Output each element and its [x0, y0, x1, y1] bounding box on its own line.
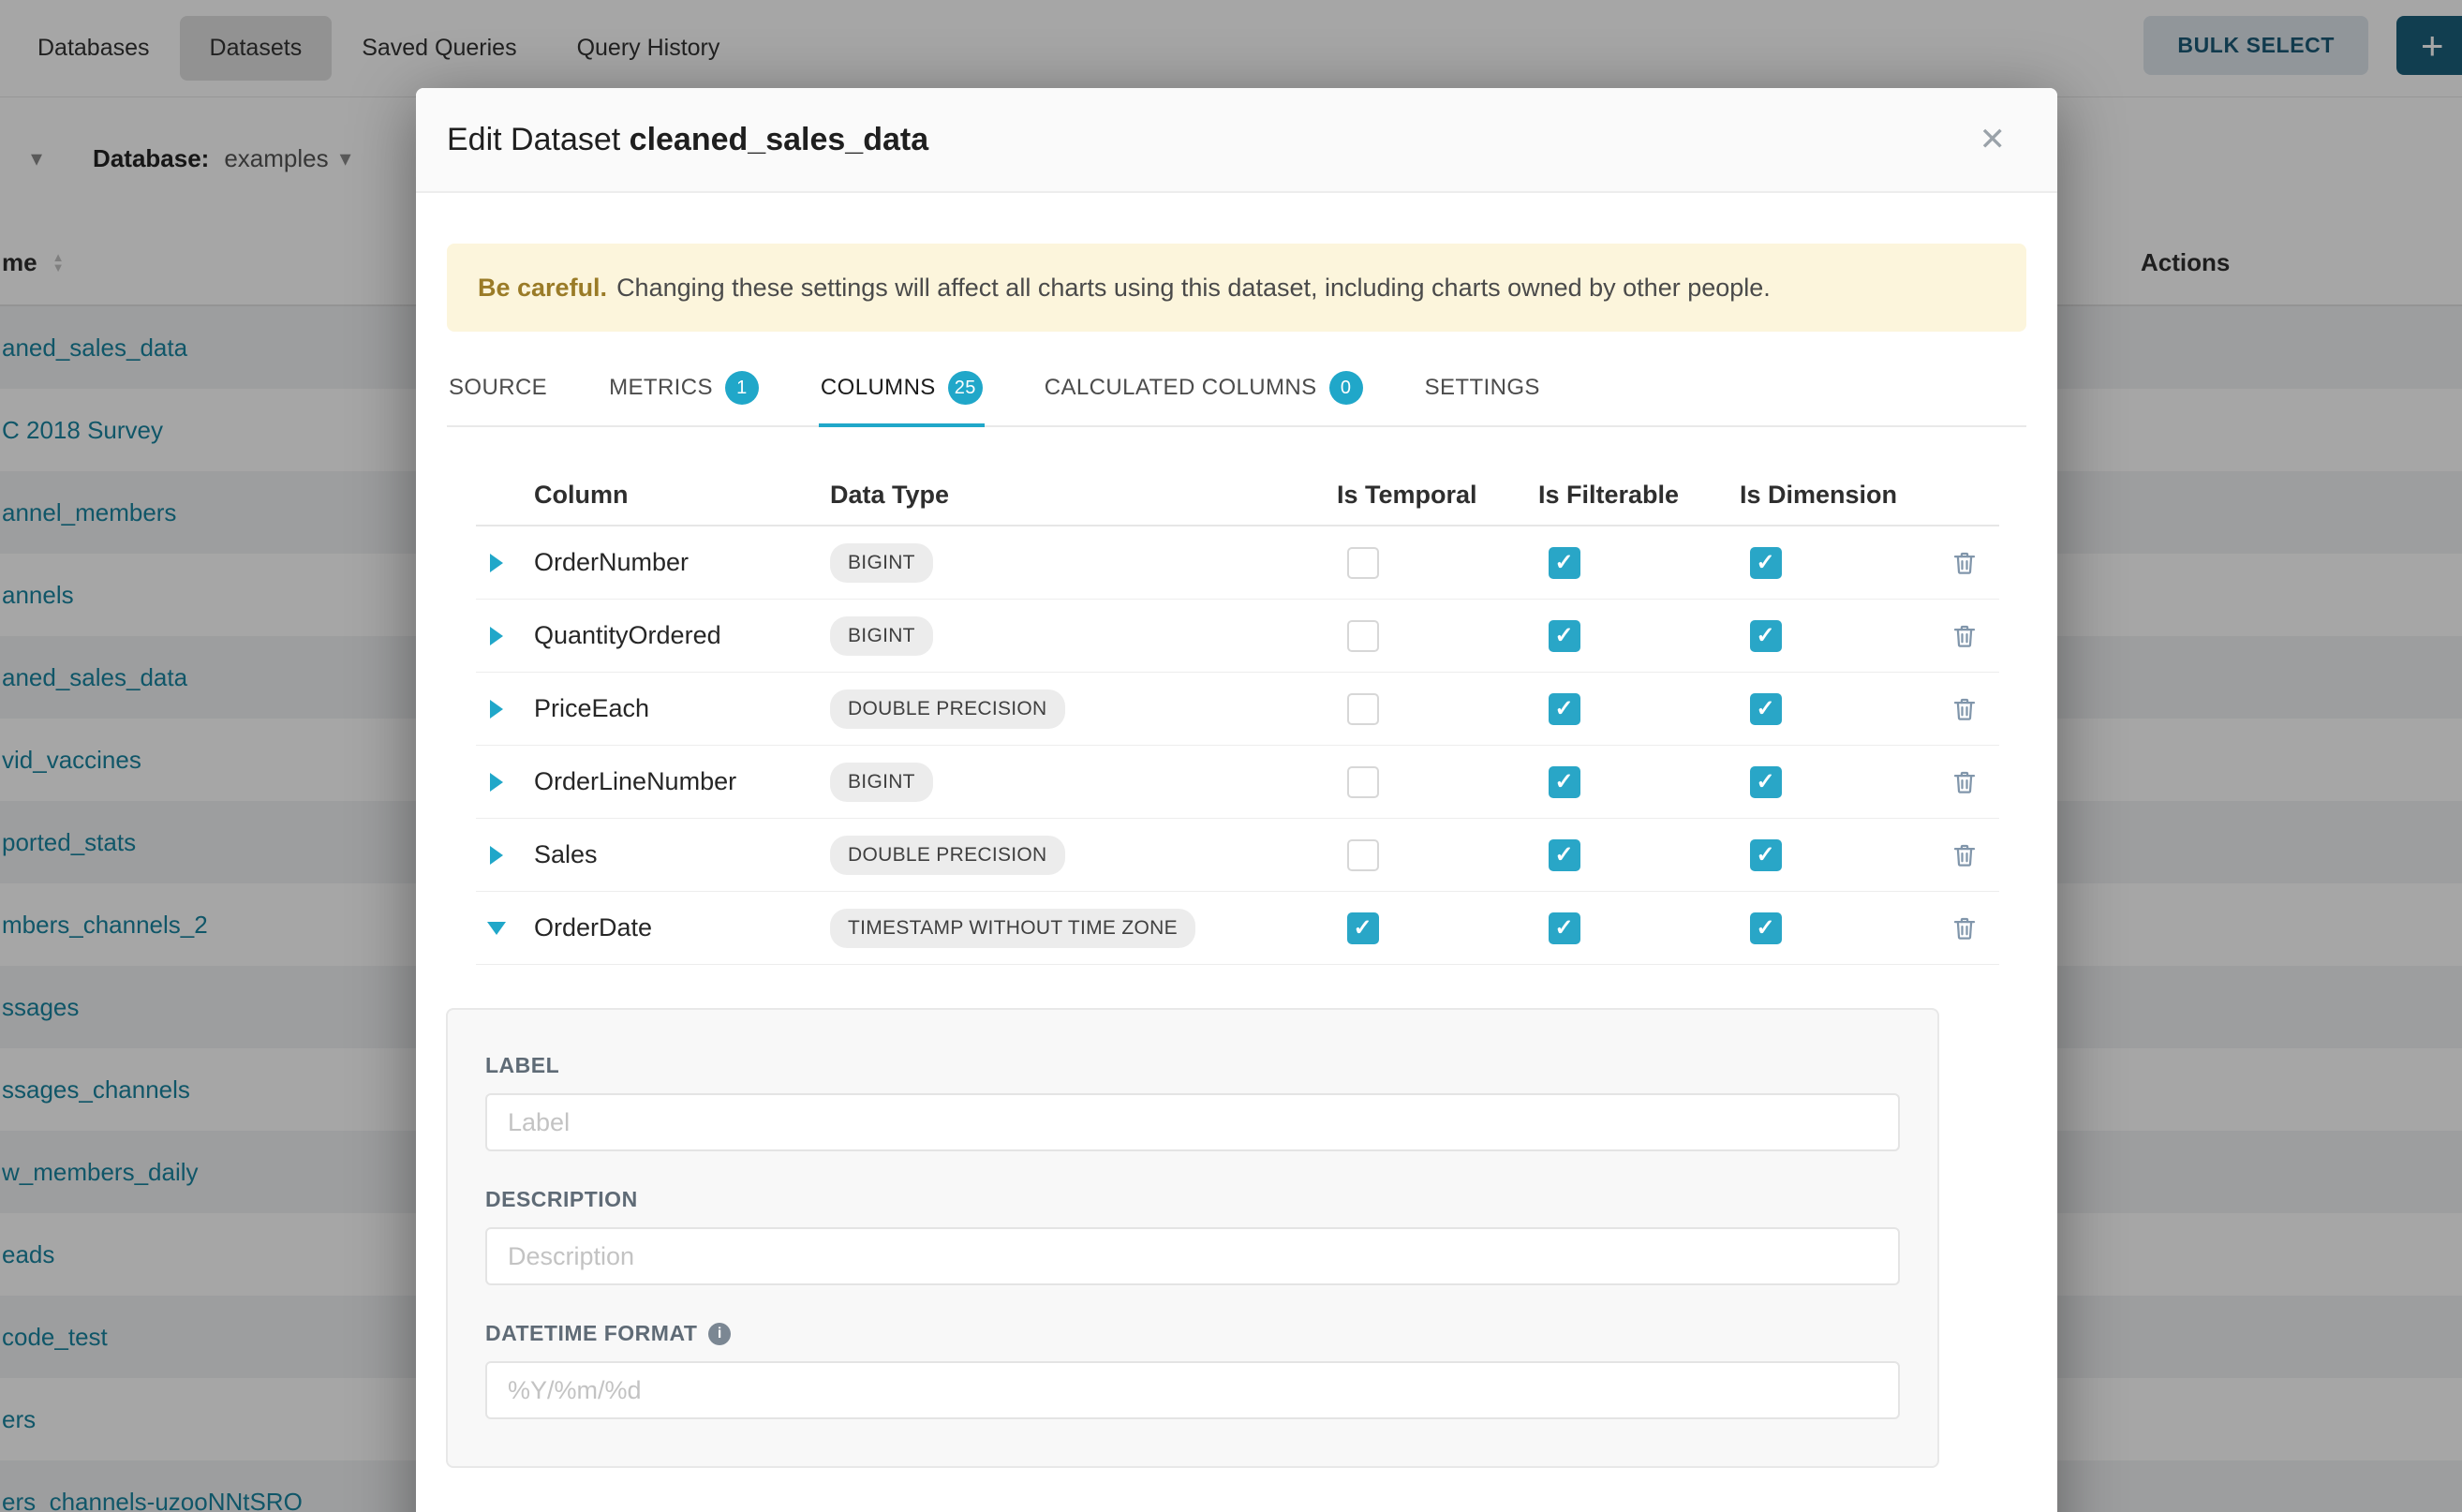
data-type-pill: BIGINT	[830, 763, 933, 802]
description-field-label: DESCRIPTION	[485, 1187, 1900, 1212]
delete-column-icon[interactable]	[1950, 841, 1999, 869]
is-filterable-checkbox[interactable]	[1549, 912, 1580, 944]
tab-label: COLUMNS	[821, 375, 936, 401]
is-temporal-checkbox[interactable]	[1347, 766, 1379, 798]
columns-count-badge: 25	[948, 371, 983, 405]
is-dimension-checkbox[interactable]	[1750, 912, 1782, 944]
datetime-format-field-label: DATETIME FORMAT i	[485, 1321, 1900, 1346]
label-field-group: LABEL	[485, 1053, 1900, 1151]
screen: Databases Datasets Saved Queries Query H…	[0, 0, 2462, 1512]
modal-title: Edit Dataset cleaned_sales_data	[447, 122, 928, 158]
is-temporal-checkbox[interactable]	[1347, 547, 1379, 579]
data-type-pill: DOUBLE PRECISION	[830, 689, 1065, 729]
is-dimension-checkbox[interactable]	[1750, 766, 1782, 798]
expand-caret-icon[interactable]	[490, 627, 503, 645]
datetime-format-field-group: DATETIME FORMAT i	[485, 1321, 1900, 1419]
column-name: OrderDate	[517, 913, 812, 942]
data-type-pill: TIMESTAMP WITHOUT TIME ZONE	[830, 909, 1195, 948]
is-dimension-header: Is Dimension	[1665, 481, 1866, 510]
column-name: OrderNumber	[517, 548, 812, 577]
columns-table: Column Data Type Is Temporal Is Filterab…	[476, 465, 1999, 965]
label-field-label: LABEL	[485, 1053, 1900, 1078]
column-name: OrderLineNumber	[517, 767, 812, 796]
data-type-header: Data Type	[812, 481, 1262, 510]
column-header: Column	[517, 481, 812, 510]
expand-caret-icon[interactable]	[490, 773, 503, 792]
column-row: PriceEach DOUBLE PRECISION	[476, 673, 1999, 746]
column-name: QuantityOrdered	[517, 621, 812, 650]
edit-dataset-modal: Edit Dataset cleaned_sales_data ✕ Be car…	[416, 88, 2057, 1512]
delete-column-icon[interactable]	[1950, 622, 1999, 650]
tab-columns[interactable]: COLUMNS 25	[819, 358, 985, 425]
tab-source[interactable]: SOURCE	[447, 358, 549, 425]
warning-banner: Be careful. Changing these settings will…	[447, 244, 2026, 332]
collapse-caret-icon[interactable]	[487, 922, 506, 935]
warning-text: Changing these settings will affect all …	[616, 274, 1771, 303]
tab-label: CALCULATED COLUMNS	[1045, 375, 1317, 401]
tab-label: SOURCE	[449, 375, 547, 401]
is-filterable-header: Is Filterable	[1463, 481, 1665, 510]
dataset-name: cleaned_sales_data	[630, 122, 928, 157]
data-type-pill: DOUBLE PRECISION	[830, 836, 1065, 875]
modal-tabs: SOURCE METRICS 1 COLUMNS 25 CALCULATED C…	[447, 358, 2026, 427]
expand-caret-icon[interactable]	[490, 700, 503, 719]
column-name: Sales	[517, 840, 812, 869]
column-row: QuantityOrdered BIGINT	[476, 600, 1999, 673]
datetime-format-input[interactable]	[485, 1361, 1900, 1419]
is-filterable-checkbox[interactable]	[1549, 693, 1580, 725]
close-icon[interactable]: ✕	[1980, 124, 2007, 156]
column-name: PriceEach	[517, 694, 812, 723]
description-field-group: DESCRIPTION	[485, 1187, 1900, 1285]
tab-settings[interactable]: SETTINGS	[1423, 358, 1542, 425]
tab-label: SETTINGS	[1425, 375, 1540, 401]
is-temporal-checkbox[interactable]	[1347, 620, 1379, 652]
is-dimension-checkbox[interactable]	[1750, 693, 1782, 725]
is-filterable-checkbox[interactable]	[1549, 839, 1580, 871]
is-dimension-checkbox[interactable]	[1750, 547, 1782, 579]
tab-label: METRICS	[609, 375, 713, 401]
column-row: OrderLineNumber BIGINT	[476, 746, 1999, 819]
warning-bold: Be careful.	[478, 274, 607, 303]
is-dimension-checkbox[interactable]	[1750, 620, 1782, 652]
column-row: OrderNumber BIGINT	[476, 526, 1999, 600]
columns-table-header: Column Data Type Is Temporal Is Filterab…	[476, 465, 1999, 526]
is-filterable-checkbox[interactable]	[1549, 547, 1580, 579]
metrics-count-badge: 1	[725, 371, 759, 405]
info-icon[interactable]: i	[708, 1323, 731, 1345]
is-temporal-checkbox[interactable]	[1347, 693, 1379, 725]
column-detail-panel: LABEL DESCRIPTION DATETIME FORMAT i	[446, 1008, 1939, 1468]
modal-header: Edit Dataset cleaned_sales_data ✕	[416, 88, 2057, 193]
calculated-columns-count-badge: 0	[1329, 371, 1363, 405]
is-temporal-checkbox[interactable]	[1347, 912, 1379, 944]
is-temporal-header: Is Temporal	[1262, 481, 1463, 510]
expand-caret-icon[interactable]	[490, 554, 503, 572]
delete-column-icon[interactable]	[1950, 695, 1999, 723]
tab-calculated-columns[interactable]: CALCULATED COLUMNS 0	[1043, 358, 1365, 425]
is-filterable-checkbox[interactable]	[1549, 620, 1580, 652]
column-row-expanded: OrderDate TIMESTAMP WITHOUT TIME ZONE	[476, 892, 1999, 965]
tab-metrics[interactable]: METRICS 1	[607, 358, 761, 425]
label-input[interactable]	[485, 1093, 1900, 1151]
is-dimension-checkbox[interactable]	[1750, 839, 1782, 871]
is-filterable-checkbox[interactable]	[1549, 766, 1580, 798]
expand-caret-icon[interactable]	[490, 846, 503, 865]
delete-column-icon[interactable]	[1950, 768, 1999, 796]
data-type-pill: BIGINT	[830, 543, 933, 583]
column-row: Sales DOUBLE PRECISION	[476, 819, 1999, 892]
data-type-pill: BIGINT	[830, 616, 933, 656]
is-temporal-checkbox[interactable]	[1347, 839, 1379, 871]
delete-column-icon[interactable]	[1950, 549, 1999, 577]
delete-column-icon[interactable]	[1950, 914, 1999, 942]
description-input[interactable]	[485, 1227, 1900, 1285]
